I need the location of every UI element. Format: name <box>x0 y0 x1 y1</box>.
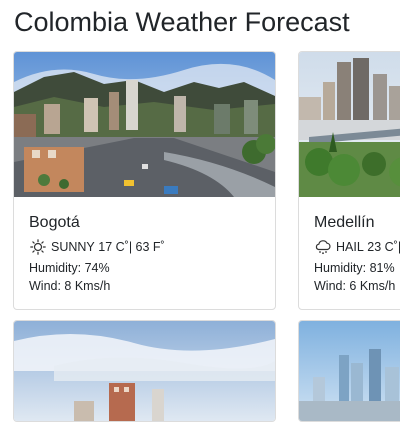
temperature: 17 C˚| 63 F˚ <box>98 240 165 254</box>
condition-label: HAIL <box>336 240 364 254</box>
city-card-medellin[interactable]: Medellín HAIL 23 C˚| Humidity: 81% Wind:… <box>298 51 400 310</box>
sun-icon <box>29 239 47 255</box>
city-card-4[interactable] <box>298 320 400 422</box>
city-photo-4 <box>299 321 400 421</box>
city-photo-medellin <box>299 52 400 197</box>
weather-condition: SUNNY 17 C˚| 63 F˚ <box>29 239 165 255</box>
humidity: Humidity: 81% <box>314 261 395 275</box>
condition-label: SUNNY <box>51 240 95 254</box>
temperature: 23 C˚| <box>367 240 400 254</box>
city-card-bogota[interactable]: Bogotá SUNNY 17 C˚| 63 F˚ Humidity: 74% … <box>13 51 276 310</box>
wind: Wind: 6 Kms/h <box>314 279 396 293</box>
city-name: Bogotá <box>29 214 80 231</box>
city-name: Medellín <box>314 214 375 231</box>
wind: Wind: 8 Kms/h <box>29 279 111 293</box>
page-title: Colombia Weather Forecast <box>14 7 350 37</box>
humidity: Humidity: 74% <box>29 261 110 275</box>
city-photo-3 <box>14 321 275 421</box>
city-photo-bogota <box>14 52 275 197</box>
city-card-3[interactable] <box>13 320 276 422</box>
weather-condition: HAIL 23 C˚| <box>314 239 400 255</box>
hail-icon <box>314 239 332 255</box>
